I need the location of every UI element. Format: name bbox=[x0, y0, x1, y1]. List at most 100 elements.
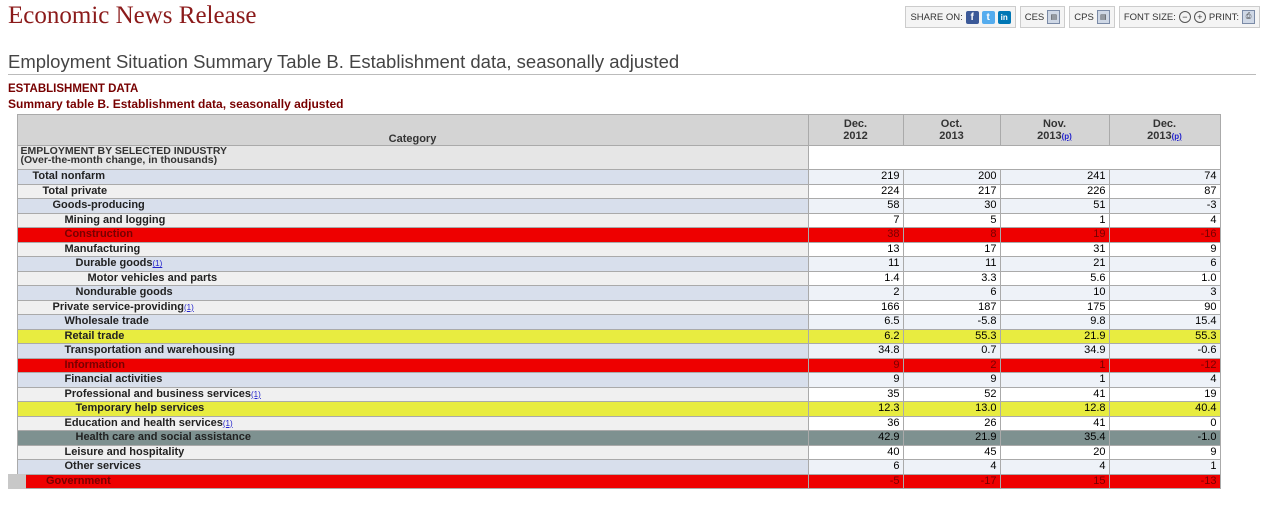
table-row: Temporary help services 12.3 13.0 12.8 40.4 bbox=[16, 401, 1221, 417]
cell-value: 9 bbox=[807, 357, 904, 373]
document-icon: ▤ bbox=[1096, 10, 1110, 24]
font-increase-icon[interactable]: + bbox=[1193, 11, 1206, 23]
cell-value: -12 bbox=[1108, 357, 1221, 373]
cell-value: 21.9 bbox=[999, 328, 1110, 344]
row-label: Durable goods(1) bbox=[16, 256, 809, 272]
preliminary-footnote-link[interactable]: (p) bbox=[1172, 132, 1182, 141]
table-row: Durable goods(1) 11 11 21 6 bbox=[16, 256, 1221, 272]
table-row: Motor vehicles and parts 1.4 3.3 5.6 1.0 bbox=[16, 270, 1221, 286]
cell-value: 13 bbox=[807, 241, 904, 257]
footnote-link[interactable]: (1) bbox=[184, 303, 194, 312]
top-bar: Economic News Release SHARE ON: f t in C… bbox=[0, 0, 1264, 36]
cell-value: 4 bbox=[999, 459, 1110, 475]
cell-value: 40 bbox=[807, 444, 904, 460]
divider bbox=[8, 74, 1256, 75]
row-label: Temporary help services bbox=[16, 401, 809, 417]
ces-label: CES bbox=[1024, 11, 1045, 23]
cell-value: 19 bbox=[999, 227, 1110, 243]
cell-value: -5 bbox=[807, 473, 904, 489]
cell-value: 4 bbox=[1108, 372, 1221, 388]
cell-value: 15.4 bbox=[1108, 314, 1221, 330]
twitter-icon[interactable]: t bbox=[981, 10, 995, 24]
cell-value: 11 bbox=[902, 256, 1001, 272]
cell-value: 30 bbox=[902, 198, 1001, 214]
font-size-label: FONT SIZE: bbox=[1123, 11, 1176, 23]
cell-value: 21.9 bbox=[902, 430, 1001, 446]
footnote-link[interactable]: (1) bbox=[153, 259, 163, 268]
cell-value: 4 bbox=[1108, 212, 1221, 228]
row-label: Motor vehicles and parts bbox=[16, 270, 809, 286]
table-row: Financial activities 9 9 1 4 bbox=[16, 372, 1221, 388]
cell-value: 42.9 bbox=[807, 430, 904, 446]
cell-value: 1 bbox=[999, 357, 1110, 373]
cell-value: 8 bbox=[902, 227, 1001, 243]
cell-value: 17 bbox=[902, 241, 1001, 257]
cell-value: 12.8 bbox=[999, 401, 1110, 417]
cell-value: 6 bbox=[807, 459, 904, 475]
printer-icon[interactable]: ⎙ bbox=[1242, 10, 1255, 24]
cell-value: 187 bbox=[902, 299, 1001, 315]
column-header: Oct. 2013 bbox=[902, 114, 1001, 146]
cell-value: 31 bbox=[999, 241, 1110, 257]
ces-link[interactable]: CES ▤ bbox=[1019, 6, 1066, 28]
cell-value: 13.0 bbox=[902, 401, 1001, 417]
cell-value: 1 bbox=[1108, 459, 1221, 475]
cell-value: 34.9 bbox=[999, 343, 1110, 359]
cell-value: 2 bbox=[902, 357, 1001, 373]
font-decrease-icon[interactable]: − bbox=[1178, 11, 1191, 23]
cell-value: 58 bbox=[807, 198, 904, 214]
row-label: Professional and business services(1) bbox=[16, 386, 809, 402]
table-row: Total private 224 217 226 87 bbox=[16, 183, 1221, 199]
cell-value: 35 bbox=[807, 386, 904, 402]
row-label: Nondurable goods bbox=[16, 285, 809, 301]
column-header: Dec. 2012 bbox=[807, 114, 904, 146]
cell-value: 74 bbox=[1108, 169, 1221, 185]
cell-value: 41 bbox=[999, 386, 1110, 402]
table-row: Wholesale trade 6.5 -5.8 9.8 15.4 bbox=[16, 314, 1221, 330]
site-brand: Economic News Release bbox=[8, 2, 257, 29]
summary-table: Category Dec. 2012 Oct. 2013 Nov. 2013(p) D… bbox=[8, 114, 1221, 489]
cell-value: 11 bbox=[807, 256, 904, 272]
table-row: Government -5 -17 15 -13 bbox=[8, 473, 1221, 489]
cell-value: 217 bbox=[902, 183, 1001, 199]
page-title: Employment Situation Summary Table B. Es… bbox=[8, 51, 680, 72]
linkedin-icon[interactable]: in bbox=[997, 10, 1011, 24]
row-label: Goods-producing bbox=[16, 198, 809, 214]
table-row: Professional and business services(1) 35 5… bbox=[16, 386, 1221, 402]
category-header: Category bbox=[16, 114, 809, 146]
row-label: Retail trade bbox=[16, 328, 809, 344]
row-label: Health care and social assistance bbox=[16, 430, 809, 446]
cell-value: 6 bbox=[902, 285, 1001, 301]
table-row: Health care and social assistance 42.9 21.… bbox=[16, 430, 1221, 446]
facebook-icon[interactable]: f bbox=[965, 10, 979, 24]
preliminary-footnote-link[interactable]: (p) bbox=[1062, 132, 1072, 141]
cell-value: 36 bbox=[807, 415, 904, 431]
row-label: Other services bbox=[16, 459, 809, 475]
row-label: Transportation and warehousing bbox=[16, 343, 809, 359]
cell-value: 40.4 bbox=[1108, 401, 1221, 417]
cell-value: 26 bbox=[902, 415, 1001, 431]
cps-link[interactable]: CPS ▤ bbox=[1069, 6, 1115, 28]
footnote-link[interactable]: (1) bbox=[251, 390, 261, 399]
cell-value: 200 bbox=[902, 169, 1001, 185]
table-row: Retail trade 6.2 55.3 21.9 55.3 bbox=[16, 328, 1221, 344]
cell-value: 166 bbox=[807, 299, 904, 315]
cell-value: 9 bbox=[902, 372, 1001, 388]
cell-value: 241 bbox=[999, 169, 1110, 185]
cell-value: 226 bbox=[999, 183, 1110, 199]
footnote-link[interactable]: (1) bbox=[223, 419, 233, 428]
cell-value: 55.3 bbox=[902, 328, 1001, 344]
row-label: Mining and logging bbox=[16, 212, 809, 228]
cell-value: 3 bbox=[1108, 285, 1221, 301]
cell-value: 3.3 bbox=[902, 270, 1001, 286]
row-label: Total private bbox=[16, 183, 809, 199]
row-label: Manufacturing bbox=[16, 241, 809, 257]
cell-value: 9 bbox=[1108, 444, 1221, 460]
print-label: PRINT: bbox=[1208, 11, 1239, 23]
cell-value: 6 bbox=[1108, 256, 1221, 272]
row-label: Total nonfarm bbox=[16, 169, 809, 185]
row-label: Leisure and hospitality bbox=[16, 444, 809, 460]
row-label: Private service-providing(1) bbox=[16, 299, 809, 315]
cell-value: 41 bbox=[999, 415, 1110, 431]
share-group: SHARE ON: f t in bbox=[905, 6, 1016, 28]
